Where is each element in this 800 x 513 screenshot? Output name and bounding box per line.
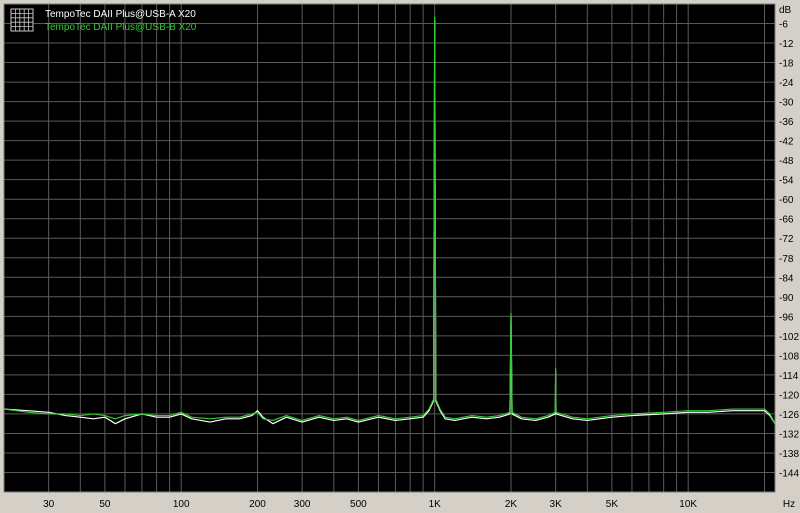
x-tick-label: 300 — [294, 499, 311, 510]
y-tick-label: -6 — [779, 20, 788, 31]
y-tick-label: -78 — [779, 254, 794, 265]
y-tick-label: -90 — [779, 293, 794, 304]
spectrum-chart: -6 -12 -18 -24 -30 -36 -42 -48 -54 -60 -66 -72 -78 -8… — [3, 3, 799, 510]
y-tick-label: -144 — [779, 468, 799, 479]
y-tick-label: -84 — [779, 273, 794, 284]
y-tick-label: -120 — [779, 390, 799, 401]
y-tick-label: -72 — [779, 234, 794, 245]
y-tick-label: -24 — [779, 78, 794, 89]
x-tick-label: 5K — [606, 499, 619, 510]
legend-icon — [10, 8, 34, 32]
x-tick-label: 2K — [505, 499, 518, 510]
x-tick-label: 10K — [679, 499, 697, 510]
y-axis: -6 -12 -18 -24 -30 -36 -42 -48 -54 -60 -66 -72 -78 -8… — [779, 20, 799, 480]
y-tick-label: -60 — [779, 195, 794, 206]
legend-entry-usb-b: TempoTec DAII Plus@USB-B X20 — [45, 22, 197, 33]
x-unit-label: Hz — [783, 499, 795, 510]
y-tick-label: -48 — [779, 156, 794, 167]
y-tick-label: -42 — [779, 137, 794, 148]
y-tick-label: -114 — [779, 371, 799, 382]
x-tick-label: 3K — [550, 499, 563, 510]
y-tick-label: -36 — [779, 117, 794, 128]
y-tick-label: -18 — [779, 59, 794, 70]
y-unit-label: dB — [779, 5, 792, 16]
y-tick-label: -132 — [779, 429, 799, 440]
y-tick-label: -66 — [779, 215, 794, 226]
y-tick-label: -108 — [779, 351, 799, 362]
y-tick-label: -54 — [779, 176, 794, 187]
x-tick-label: 200 — [249, 499, 266, 510]
y-tick-label: -12 — [779, 39, 794, 50]
x-tick-label: 50 — [99, 499, 111, 510]
x-tick-label: 100 — [173, 499, 190, 510]
x-axis: 30 50 100 200 300 500 1K 2K 3K 5K 10K — [43, 499, 697, 510]
x-tick-label: 500 — [350, 499, 367, 510]
y-tick-label: -102 — [779, 332, 799, 343]
y-tick-label: -96 — [779, 312, 794, 323]
x-tick-label: 1K — [429, 499, 442, 510]
y-tick-label: -30 — [779, 98, 794, 109]
y-tick-label: -138 — [779, 449, 799, 460]
y-tick-label: -126 — [779, 410, 799, 421]
x-tick-label: 30 — [43, 499, 55, 510]
legend-entry-usb-a: TempoTec DAII Plus@USB-A X20 — [45, 9, 196, 20]
